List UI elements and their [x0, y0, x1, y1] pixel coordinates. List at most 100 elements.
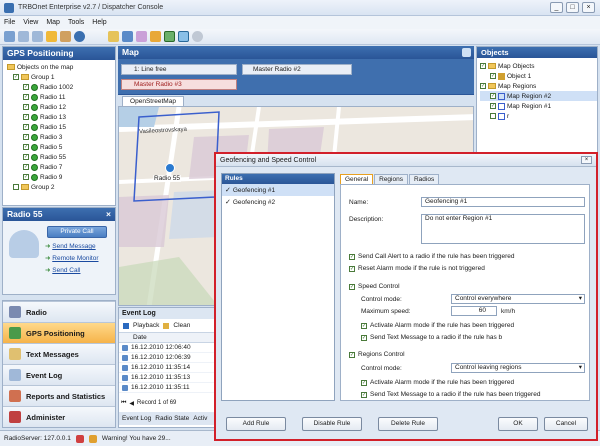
remote-monitor-link[interactable]: ➜ Remote Monitor	[45, 253, 99, 265]
master-radio-3[interactable]: Master Radio #3	[121, 79, 237, 90]
tab-activ[interactable]: Activ	[193, 415, 207, 422]
tree-radio-item[interactable]: ✓ Radio 13	[7, 112, 115, 122]
table-row[interactable]: 16.12.2010 11:35:11	[119, 383, 223, 393]
print-icon[interactable]	[136, 31, 147, 42]
tree-radio-item[interactable]: ✓ Radio 5	[7, 142, 115, 152]
check-icon[interactable]: ✓	[225, 186, 231, 194]
zoom-in-icon[interactable]	[18, 31, 29, 42]
tab-openstreetmap[interactable]: OpenStreetMap	[122, 96, 184, 106]
tree-group-1[interactable]: ✓ Group 1	[7, 72, 115, 82]
checkbox-icon[interactable]: ✓	[361, 322, 367, 329]
nav-radio[interactable]: Radio	[3, 301, 115, 322]
save-icon[interactable]	[122, 31, 133, 42]
tree-radio-item[interactable]: ✓ Radio 7	[7, 162, 115, 172]
region-mode-select[interactable]: Control leaving regions ▾	[451, 363, 585, 373]
checkbox-icon[interactable]	[13, 184, 19, 190]
menu-map[interactable]: Map	[46, 19, 60, 26]
tree-map-regions[interactable]: ✓ Map Regions	[480, 81, 597, 91]
layer-icon[interactable]	[178, 31, 189, 42]
nav-event-log[interactable]: Event Log	[3, 364, 115, 385]
checkbox-icon[interactable]: ✓	[490, 103, 496, 109]
lock-icon[interactable]	[150, 31, 161, 42]
check-icon[interactable]: ✓	[225, 198, 231, 206]
tree-object-1[interactable]: ✓ Object 1	[480, 71, 597, 81]
tree-region-1[interactable]: ✓ Map Region #1	[480, 101, 597, 111]
ok-button[interactable]: OK	[498, 417, 538, 431]
globe-icon[interactable]	[74, 31, 85, 42]
nav-gps-positioning[interactable]: GPS Positioning	[3, 322, 115, 343]
chevron-down-icon[interactable]: ▾	[579, 295, 582, 303]
region-activate-alarm-row[interactable]: ✓ Activate Alarm mode if the rule has bee…	[361, 379, 514, 386]
checkbox-icon[interactable]: ✓	[349, 265, 355, 272]
tree-radio-item[interactable]: ✓ Radio 15	[7, 122, 115, 132]
minimize-button[interactable]: _	[550, 2, 563, 13]
checkbox-icon[interactable]: ✓	[23, 174, 29, 180]
menu-file[interactable]: File	[4, 19, 15, 26]
add-rule-button[interactable]: Add Rule	[226, 417, 286, 431]
description-field[interactable]: Do not enter Region #1	[421, 214, 585, 244]
reset-alarm-row[interactable]: ✓ Reset Alarm mode if the rule is not tri…	[349, 265, 485, 272]
table-row[interactable]: 16.12.2010 12:06:40	[119, 343, 223, 353]
private-call-button[interactable]: Private Call	[47, 226, 107, 238]
checkbox-icon[interactable]: ✓	[349, 253, 355, 260]
speed-send-text-row[interactable]: ✓ Send Text Message to a radio if the rul…	[361, 334, 502, 341]
settings-icon[interactable]	[192, 31, 203, 42]
clean-button[interactable]: Clean	[173, 322, 190, 329]
send-call-alert-row[interactable]: ✓ Send Call Alert to a radio if the rule …	[349, 253, 514, 260]
rule-item-2[interactable]: ✓ Geofencing #2	[222, 196, 334, 208]
checkbox-icon[interactable]: ✓	[361, 379, 367, 386]
tab-radios[interactable]: Radios	[408, 174, 440, 184]
close-icon[interactable]: ×	[106, 208, 111, 221]
maximize-button[interactable]: □	[566, 2, 579, 13]
checkbox-icon[interactable]: ✓	[361, 391, 367, 398]
menu-view[interactable]: View	[23, 19, 38, 26]
tree-group-2[interactable]: Group 2	[7, 182, 115, 192]
cancel-button[interactable]: Cancel	[544, 417, 588, 431]
radio-marker-icon[interactable]	[165, 163, 175, 173]
nav-reports[interactable]: Reports and Statistics	[3, 385, 115, 406]
checkbox-icon[interactable]: ✓	[361, 334, 367, 341]
menu-help[interactable]: Help	[92, 19, 106, 26]
rule-item-1[interactable]: ✓ Geofencing #1	[222, 184, 334, 196]
checkbox-icon[interactable]: ✓	[13, 74, 19, 80]
tab-event-log[interactable]: Event Log	[122, 415, 151, 422]
speed-activate-alarm-row[interactable]: ✓ Activate Alarm mode if the rule has bee…	[361, 322, 514, 329]
column-date[interactable]: Date	[119, 333, 223, 343]
checkbox-icon[interactable]: ✓	[480, 83, 486, 89]
table-row[interactable]: 16.12.2010 12:06:39	[119, 353, 223, 363]
checkbox-icon[interactable]: ✓	[490, 73, 496, 79]
send-call-link[interactable]: ➜ Send Call	[45, 265, 99, 277]
tree-radio-item[interactable]: ✓ Radio 9	[7, 172, 115, 182]
checkbox-icon[interactable]: ✓	[23, 124, 29, 130]
tree-map-objects[interactable]: ✓ Map Objects	[480, 61, 597, 71]
region-send-text-row[interactable]: ✓ Send Text Message to a radio if the rul…	[361, 391, 540, 398]
checkbox-icon[interactable]: ✓	[23, 94, 29, 100]
tab-radio-state[interactable]: Radio State	[155, 415, 189, 422]
speed-control-row[interactable]: ✓ Speed Control	[349, 283, 400, 290]
close-button[interactable]: ×	[582, 2, 595, 13]
delete-rule-button[interactable]: Delete Rule	[378, 417, 438, 431]
menu-tools[interactable]: Tools	[68, 19, 84, 26]
tree-radio-item[interactable]: ✓ Radio 3	[7, 132, 115, 142]
master-radio-2[interactable]: Master Radio #2	[242, 64, 352, 75]
playback-button[interactable]: Playback	[133, 322, 159, 329]
checkbox-icon[interactable]: ✓	[23, 164, 29, 170]
checkbox-icon[interactable]	[490, 113, 496, 119]
checkbox-icon[interactable]: ✓	[23, 114, 29, 120]
tree-radio-item[interactable]: ✓ Radio 11	[7, 92, 115, 102]
chevron-down-icon[interactable]: ▾	[579, 364, 582, 372]
checkbox-icon[interactable]: ✓	[23, 154, 29, 160]
table-row[interactable]: 16.12.2010 11:35:13	[119, 373, 223, 383]
name-field[interactable]: Geofencing #1	[421, 197, 585, 207]
table-row[interactable]: 16.12.2010 11:35:14	[119, 363, 223, 373]
zoom-out-icon[interactable]	[32, 31, 43, 42]
nav-text-messages[interactable]: Text Messages	[3, 343, 115, 364]
tree-radio-item[interactable]: ✓ Radio 1002	[7, 82, 115, 92]
disable-rule-button[interactable]: Disable Rule	[302, 417, 362, 431]
home-icon[interactable]	[60, 31, 71, 42]
tree-region-2[interactable]: ✓ Map Region #2	[480, 91, 597, 101]
checkbox-icon[interactable]: ✓	[23, 84, 29, 90]
checkbox-icon[interactable]: ✓	[480, 63, 486, 69]
tab-regions[interactable]: Regions	[374, 174, 408, 184]
prev-icon[interactable]: ◀	[129, 400, 134, 407]
